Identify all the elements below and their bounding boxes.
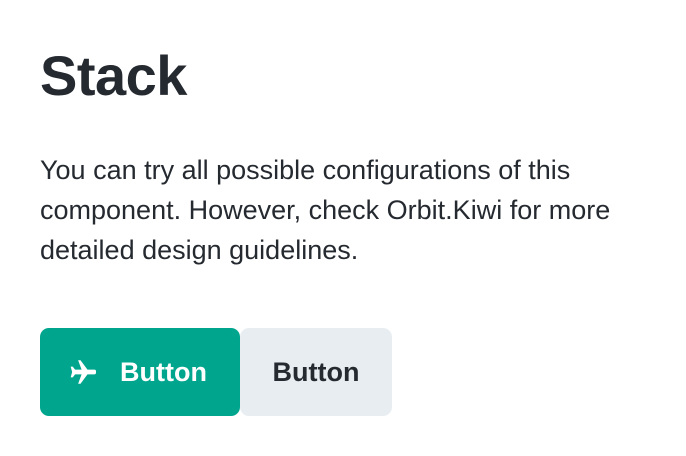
button-stack: Button Button	[40, 328, 392, 416]
page: Stack You can try all possible configura…	[0, 0, 686, 456]
page-description: You can try all possible configurations …	[40, 155, 611, 265]
primary-button-label: Button	[120, 356, 207, 387]
secondary-button[interactable]: Button	[240, 328, 392, 416]
page-title: Stack	[40, 44, 187, 107]
primary-button[interactable]: Button	[40, 328, 240, 416]
secondary-button-label: Button	[272, 356, 360, 387]
airplane-icon	[68, 356, 100, 388]
